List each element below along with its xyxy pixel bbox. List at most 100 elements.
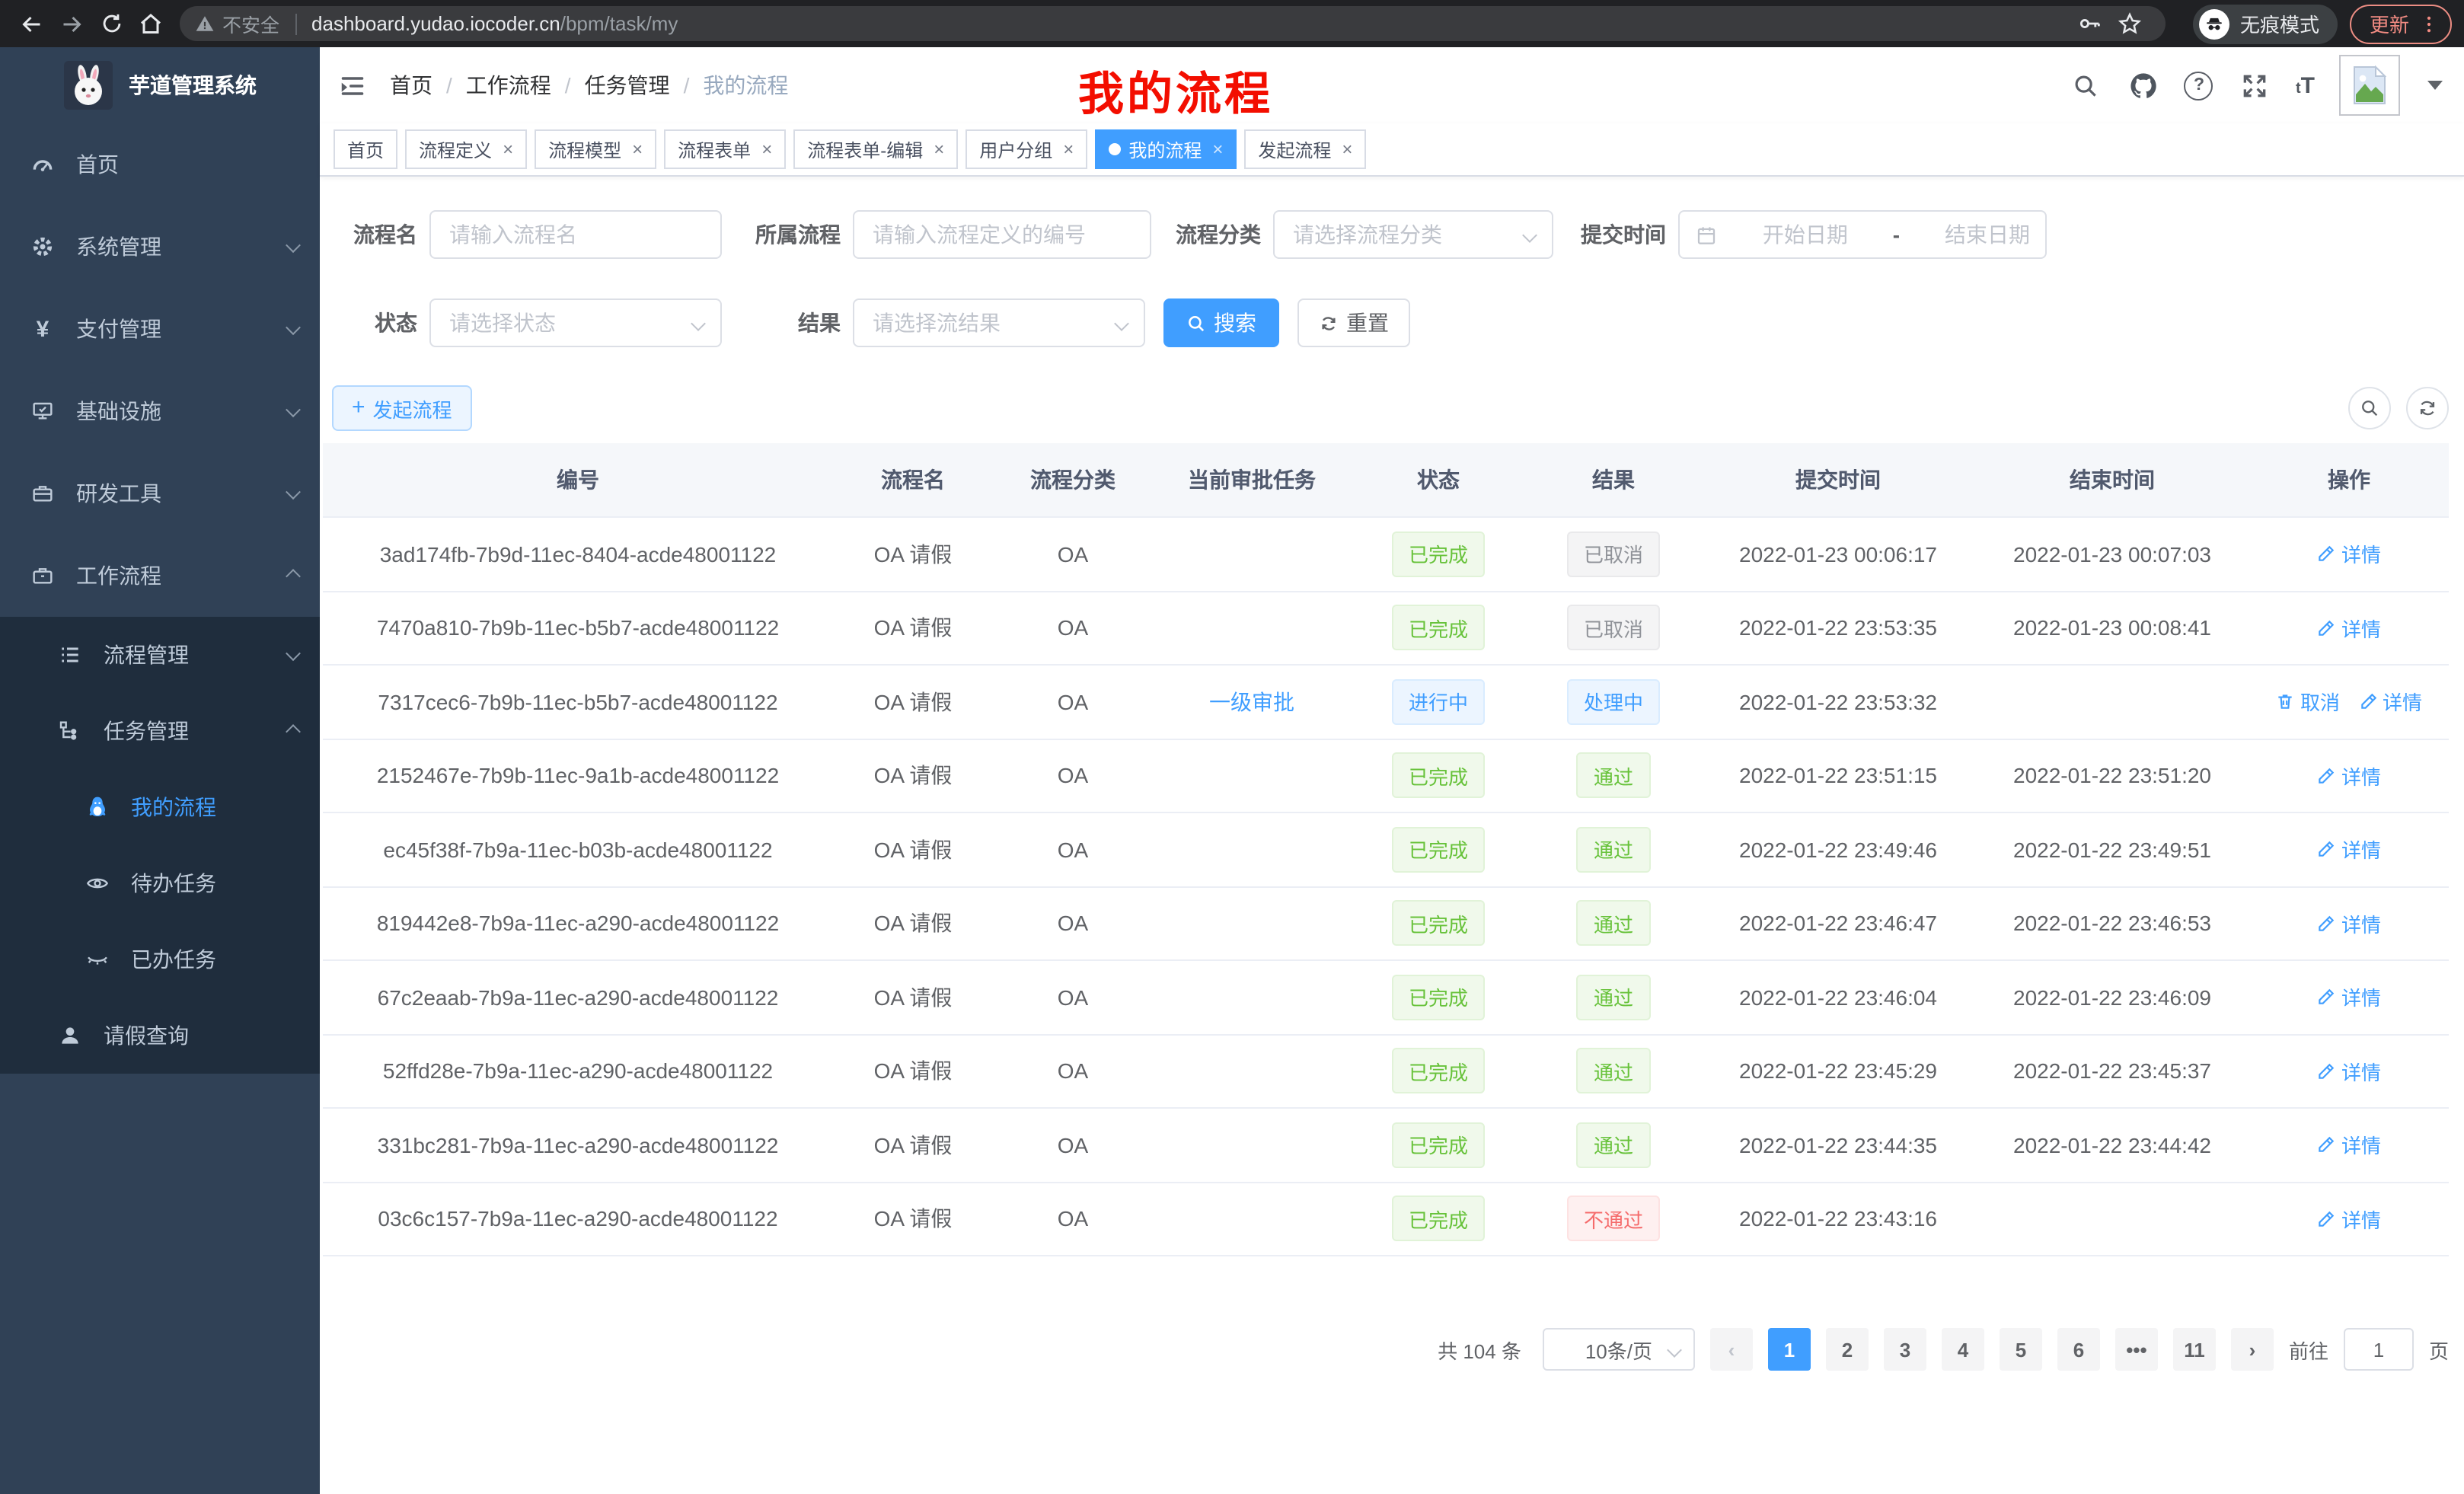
close-tab-icon[interactable]: ×	[761, 140, 772, 158]
hamburger-icon[interactable]	[329, 62, 375, 108]
fullscreen-icon[interactable]	[2238, 69, 2271, 102]
pagination-ellipsis[interactable]: •••	[2115, 1328, 2158, 1371]
sidebar-item-system[interactable]: 系统管理	[0, 206, 320, 288]
category-select[interactable]: 请选择流程分类	[1273, 210, 1553, 259]
page-button-3[interactable]: 3	[1884, 1328, 1926, 1371]
page-size-select[interactable]: 10条/页	[1543, 1328, 1695, 1371]
sidebar-item-leave-query[interactable]: 请假查询	[0, 998, 320, 1074]
edit-icon	[2317, 618, 2337, 638]
app-logo-row[interactable]: 芋道管理系统	[0, 47, 320, 123]
page-button-2[interactable]: 2	[1826, 1328, 1869, 1371]
detail-link[interactable]: 详情	[2317, 909, 2381, 938]
pagination-goto-input[interactable]	[2344, 1328, 2414, 1371]
sidebar-item-infra[interactable]: 基础设施	[0, 370, 320, 452]
breadcrumb-task-mgmt[interactable]: 任务管理	[585, 70, 670, 101]
search-icon[interactable]	[2069, 69, 2102, 102]
tab-发起流程[interactable]: 发起流程×	[1244, 129, 1366, 169]
update-label: 更新	[2370, 9, 2409, 38]
close-tab-icon[interactable]: ×	[632, 140, 643, 158]
breadcrumb-workflow[interactable]: 工作流程	[466, 70, 551, 101]
detail-link[interactable]: 详情	[2317, 1205, 2381, 1234]
chevron-down-icon	[1522, 228, 1537, 243]
cell-id: 03c6c157-7b9a-11ec-a290-acde48001122	[323, 1207, 833, 1231]
page-button-11[interactable]: 11	[2173, 1328, 2216, 1371]
sidebar-item-home[interactable]: 首页	[0, 123, 320, 206]
prev-page-button[interactable]: ‹	[1710, 1328, 1753, 1371]
home-icon[interactable]	[131, 4, 171, 43]
font-size-icon[interactable]: tT	[2296, 72, 2315, 98]
forward-icon[interactable]	[52, 4, 91, 43]
sidebar-item-workflow[interactable]: 工作流程	[0, 535, 320, 617]
detail-link[interactable]: 详情	[2317, 761, 2381, 790]
current-task-link[interactable]: 一级审批	[1209, 687, 1294, 717]
status-select[interactable]: 请选择状态	[429, 298, 722, 347]
cell-category: OA	[993, 616, 1153, 640]
process-definition-label: 所属流程	[743, 219, 853, 250]
cell-id: 7470a810-7b9b-11ec-b5b7-acde48001122	[323, 616, 833, 640]
page-button-6[interactable]: 6	[2057, 1328, 2100, 1371]
close-tab-icon[interactable]: ×	[934, 140, 944, 158]
column-header: 状态	[1351, 464, 1526, 495]
page-button-1[interactable]: 1	[1768, 1328, 1811, 1371]
update-button[interactable]: 更新	[2350, 4, 2452, 43]
sidebar-item-my-process[interactable]: 我的流程	[0, 769, 320, 845]
tab-流程表单[interactable]: 流程表单×	[664, 129, 786, 169]
detail-link[interactable]: 详情	[2317, 614, 2381, 643]
reset-button[interactable]: 重置	[1297, 298, 1410, 347]
close-tab-icon[interactable]: ×	[1342, 140, 1352, 158]
next-page-button[interactable]: ›	[2231, 1328, 2274, 1371]
address-bar[interactable]: 不安全 dashboard.yudao.iocoder.cn /bpm/task…	[180, 6, 2166, 41]
detail-link[interactable]: 详情	[2358, 688, 2422, 717]
reload-icon[interactable]	[91, 4, 131, 43]
active-tab-dot	[1109, 143, 1121, 155]
password-key-icon[interactable]	[2071, 4, 2111, 43]
result-select[interactable]: 请选择流结果	[853, 298, 1145, 347]
action-label: 详情	[2341, 1205, 2381, 1234]
detail-link[interactable]: 详情	[2317, 1057, 2381, 1086]
yen-icon: ¥	[30, 317, 55, 341]
sidebar-item-done-tasks[interactable]: 已办任务	[0, 921, 320, 998]
tab-首页[interactable]: 首页	[334, 129, 397, 169]
submit-time-range-picker[interactable]: 开始日期 - 结束日期	[1678, 210, 2047, 259]
tab-我的流程[interactable]: 我的流程 ×	[1095, 129, 1237, 169]
tab-label: 我的流程	[1128, 136, 1202, 162]
cancel-link[interactable]: 取消	[2276, 688, 2340, 717]
sidebar-item-process-mgmt[interactable]: 流程管理	[0, 617, 320, 693]
detail-link[interactable]: 详情	[2317, 1131, 2381, 1160]
detail-link[interactable]: 详情	[2317, 983, 2381, 1012]
dashboard-icon	[30, 152, 55, 177]
back-icon[interactable]	[12, 4, 52, 43]
detail-link[interactable]: 详情	[2317, 835, 2381, 864]
sidebar-item-task-mgmt[interactable]: 任务管理	[0, 693, 320, 769]
avatar[interactable]	[2339, 55, 2400, 116]
close-tab-icon[interactable]: ×	[1212, 140, 1223, 158]
sidebar-item-todo-tasks[interactable]: 待办任务	[0, 845, 320, 921]
caret-down-icon[interactable]	[2427, 81, 2443, 90]
tab-流程表单-编辑[interactable]: 流程表单-编辑×	[793, 129, 958, 169]
search-button[interactable]: 搜索	[1163, 298, 1279, 347]
refresh-table-button[interactable]	[2406, 387, 2449, 429]
close-tab-icon[interactable]: ×	[503, 140, 513, 158]
cell-submit-time: 2022-01-22 23:53:32	[1701, 690, 1975, 714]
github-icon[interactable]	[2127, 69, 2160, 102]
tree-icon	[58, 719, 82, 743]
create-process-button[interactable]: + 发起流程	[332, 385, 472, 431]
cell-category: OA	[993, 838, 1153, 862]
sidebar-item-payment[interactable]: ¥ 支付管理	[0, 288, 320, 370]
tab-流程模型[interactable]: 流程模型×	[535, 129, 656, 169]
page-button-5[interactable]: 5	[2000, 1328, 2042, 1371]
result-badge: 通过	[1577, 1049, 1650, 1094]
help-icon[interactable]: ?	[2185, 71, 2213, 100]
status-badge: 已完成	[1392, 1196, 1485, 1242]
close-tab-icon[interactable]: ×	[1063, 140, 1074, 158]
bookmark-star-icon[interactable]	[2111, 4, 2150, 43]
process-name-input[interactable]	[429, 210, 722, 259]
tab-用户分组[interactable]: 用户分组×	[965, 129, 1087, 169]
toggle-search-button[interactable]	[2348, 387, 2391, 429]
page-button-4[interactable]: 4	[1942, 1328, 1984, 1371]
sidebar-item-devtools[interactable]: 研发工具	[0, 452, 320, 535]
tab-流程定义[interactable]: 流程定义×	[405, 129, 527, 169]
process-definition-input[interactable]	[853, 210, 1151, 259]
detail-link[interactable]: 详情	[2317, 540, 2381, 569]
breadcrumb-home[interactable]: 首页	[390, 70, 432, 101]
